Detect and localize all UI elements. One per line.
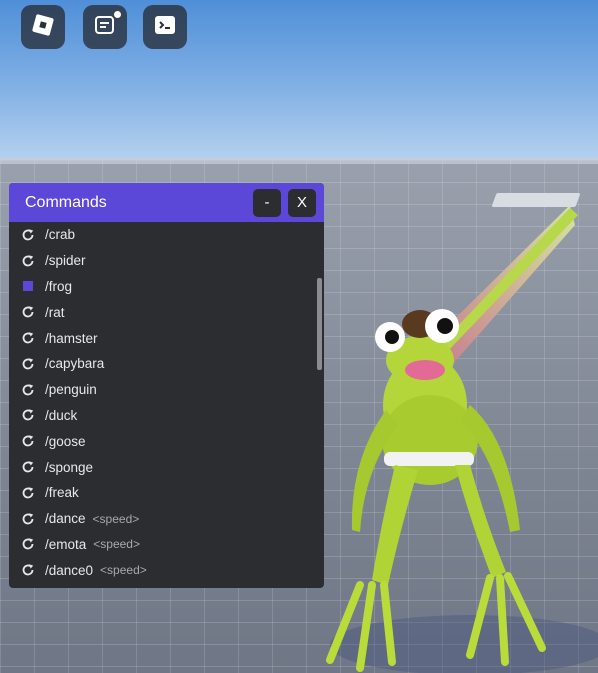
command-row[interactable]: /duck bbox=[9, 403, 324, 429]
command-row[interactable]: /dance <speed> bbox=[9, 506, 324, 532]
refresh-icon[interactable] bbox=[21, 512, 35, 526]
refresh-icon[interactable] bbox=[21, 357, 35, 371]
command-row[interactable]: /sponge bbox=[9, 454, 324, 480]
command-name: /sponge bbox=[45, 459, 94, 475]
refresh-icon[interactable] bbox=[21, 408, 35, 422]
command-row[interactable]: /dance0 <speed> bbox=[9, 557, 324, 583]
command-name: /frog bbox=[45, 278, 73, 294]
refresh-icon[interactable] bbox=[21, 331, 35, 345]
command-row[interactable]: /frog bbox=[9, 274, 324, 300]
command-name: /goose bbox=[45, 433, 86, 449]
refresh-icon[interactable] bbox=[21, 460, 35, 474]
command-name: /crab bbox=[45, 227, 76, 243]
notification-dot bbox=[112, 9, 123, 20]
command-name: /hamster bbox=[45, 330, 98, 346]
refresh-icon[interactable] bbox=[21, 537, 35, 551]
command-list[interactable]: /crab/spider/frog/rat/hamster/capybara/p… bbox=[9, 222, 324, 588]
command-row[interactable]: /crab bbox=[9, 222, 324, 248]
roblox-menu-button[interactable] bbox=[21, 5, 65, 49]
command-row[interactable]: /emota <speed> bbox=[9, 532, 324, 558]
command-argument: <speed> bbox=[92, 511, 140, 526]
refresh-icon[interactable] bbox=[21, 254, 35, 268]
command-name: /rat bbox=[45, 304, 65, 320]
command-row[interactable]: /penguin bbox=[9, 377, 324, 403]
command-row[interactable]: /goose bbox=[9, 428, 324, 454]
command-row[interactable]: /rat bbox=[9, 299, 324, 325]
console-button[interactable] bbox=[143, 5, 187, 49]
command-row[interactable]: /freak bbox=[9, 480, 324, 506]
command-name: /penguin bbox=[45, 382, 97, 398]
command-argument: <speed> bbox=[93, 537, 140, 552]
chat-button[interactable] bbox=[83, 5, 127, 49]
command-name: /dance bbox=[45, 511, 86, 527]
commands-panel: Commands - X /crab/spider/frog/rat/hamst… bbox=[9, 183, 324, 588]
minimize-button[interactable]: - bbox=[253, 188, 281, 217]
refresh-icon[interactable] bbox=[21, 563, 35, 577]
frog-avatar bbox=[326, 205, 598, 673]
command-row[interactable]: /spider bbox=[9, 248, 324, 274]
command-row[interactable]: /capybara bbox=[9, 351, 324, 377]
refresh-icon[interactable] bbox=[21, 383, 35, 397]
terminal-icon bbox=[153, 13, 177, 42]
command-name: /spider bbox=[45, 253, 86, 269]
command-row[interactable]: /hamster bbox=[9, 325, 324, 351]
command-name: /dance0 bbox=[45, 562, 94, 578]
command-argument: <speed> bbox=[100, 563, 147, 578]
refresh-icon[interactable] bbox=[21, 486, 35, 500]
roblox-logo-icon bbox=[30, 12, 56, 43]
command-name: /duck bbox=[45, 407, 78, 423]
refresh-icon[interactable] bbox=[21, 228, 35, 242]
command-name: /emota bbox=[45, 536, 87, 552]
command-name: /freak bbox=[45, 485, 79, 501]
panel-header[interactable]: Commands - X bbox=[9, 183, 324, 222]
stop-square-icon[interactable] bbox=[21, 279, 35, 293]
scrollbar-thumb[interactable] bbox=[317, 278, 322, 370]
panel-title: Commands bbox=[25, 193, 107, 211]
horizon-line bbox=[0, 158, 598, 164]
refresh-icon[interactable] bbox=[21, 434, 35, 448]
close-button[interactable]: X bbox=[288, 188, 316, 217]
command-name: /capybara bbox=[45, 356, 105, 372]
refresh-icon[interactable] bbox=[21, 305, 35, 319]
